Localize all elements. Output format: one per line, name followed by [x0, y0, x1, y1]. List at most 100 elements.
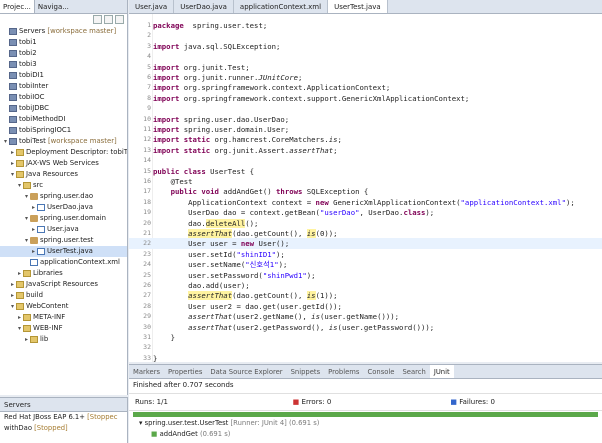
tree-item[interactable]: ▸ Deployment Descriptor: tobiTe [0, 147, 127, 158]
junit-suite-row[interactable]: ▾ spring.user.test.UserTest [Runner: JUn… [129, 418, 602, 429]
editor-tab[interactable]: applicationContext.xml [234, 0, 329, 13]
bottom-tab[interactable]: Snippets [287, 365, 325, 378]
tab-project-explorer[interactable]: Projec... [0, 0, 35, 13]
tree-item[interactable]: ▾ spring.user.test [0, 235, 127, 246]
tree-item[interactable]: ▸ UserTest.java [0, 246, 127, 257]
bottom-tab[interactable]: Markers [129, 365, 164, 378]
code-line: 9 [129, 103, 602, 114]
tree-item-label: src [33, 181, 44, 189]
twisty-icon[interactable]: ▾ [2, 136, 9, 147]
line-number: 3 [147, 41, 151, 50]
tree-item[interactable]: ▸ UserDao.java [0, 202, 127, 213]
proj-icon [9, 137, 17, 145]
tree-item[interactable]: applicationContext.xml [0, 257, 127, 268]
tab-navigator[interactable]: Naviga... [35, 0, 72, 13]
twisty-icon[interactable]: ▸ [9, 290, 16, 301]
tab-servers[interactable]: Servers [0, 398, 127, 412]
tree-item[interactable]: tobiIOC [0, 92, 127, 103]
line-number: 10 [143, 114, 151, 123]
twisty-icon[interactable]: ▸ [9, 158, 16, 169]
bottom-panel: Markers Properties Data Source Explorer Sni… [129, 364, 602, 443]
code-text: assertThat(dao.getCount(), is(0)); [153, 228, 338, 239]
tree-item[interactable]: ▾ WEB-INF [0, 323, 127, 334]
tree-item[interactable]: tobiJDBC [0, 103, 127, 114]
code-token: is [328, 322, 338, 332]
code-token: (user.getPassword())); [337, 322, 435, 332]
tree-item-label: Libraries [33, 269, 63, 277]
tree-item[interactable]: ▸ build [0, 290, 127, 301]
code-line: 10 import spring.user.dao.UserDao; [129, 114, 602, 125]
twisty-icon[interactable]: ▸ [9, 279, 16, 290]
tree-item[interactable]: ▸ User.java [0, 224, 127, 235]
tree-item[interactable]: ▾ spring.user.domain [0, 213, 127, 224]
editor-tab[interactable]: User.java [129, 0, 175, 13]
code-area[interactable]: 1 package spring.user.test; 2 3 import java.… [129, 14, 602, 362]
tree-item[interactable]: tobiDI1 [0, 70, 127, 81]
code-token: is [328, 135, 338, 145]
twisty-icon[interactable]: ▸ [9, 147, 16, 158]
twisty-icon[interactable]: ▾ [16, 323, 23, 334]
tree-item[interactable]: ▸ lib [0, 334, 127, 345]
editor-tab[interactable]: UserTest.java [328, 0, 388, 13]
line-number: 24 [143, 260, 151, 269]
code-token: (user2.getPassword(), [232, 322, 329, 332]
bottom-tab[interactable]: Problems [324, 365, 363, 378]
code-token: dao. [153, 218, 206, 228]
tree-item[interactable]: ▾ src [0, 180, 127, 191]
twisty-icon[interactable]: ▸ [16, 312, 23, 323]
tree-item[interactable]: tobiSpringIOC1 [0, 125, 127, 136]
bottom-tab[interactable]: Data Source Explorer [206, 365, 286, 378]
code-token: (); [245, 218, 259, 228]
tree-item[interactable]: ▾ spring.user.dao [0, 191, 127, 202]
tree-item[interactable]: tobi1 [0, 37, 127, 48]
tree-item-label: lib [40, 335, 49, 343]
tree-item[interactable]: tobiInter [0, 81, 127, 92]
code-line: 24 user.setName("신호석1"); [129, 259, 602, 270]
collapse-all-icon[interactable] [93, 15, 102, 24]
tree-item-annotation: [workspace master] [45, 27, 117, 35]
code-line: 30 assertThat(user2.getPassword(), is(us… [129, 322, 602, 333]
tree-item[interactable]: ▾ tobiTest [workspace master] [0, 136, 127, 147]
tree-item[interactable]: ▸ JAX-WS Web Services [0, 158, 127, 169]
tree-item[interactable]: ▾ Java Resources [0, 169, 127, 180]
server-row[interactable]: withDao [Stopped] [0, 423, 127, 434]
proj-icon [9, 71, 17, 79]
twisty-icon[interactable]: ▾ [23, 213, 30, 224]
twisty-icon[interactable]: ▾ [23, 235, 30, 246]
pass-icon: ■ [151, 430, 160, 438]
twisty-icon[interactable]: ▾ [16, 180, 23, 191]
junit-test-row[interactable]: ■ addAndGet (0.691 s) [129, 429, 602, 440]
code-line: 22 User user = new User(); [129, 238, 602, 250]
tree-item[interactable]: ▸ META-INF [0, 312, 127, 323]
server-row[interactable]: Red Hat JBoss EAP 6.1+ [Stoppec [0, 412, 127, 423]
tree-item[interactable]: tobi3 [0, 59, 127, 70]
line-number: 15 [143, 166, 151, 175]
twisty-icon[interactable]: ▸ [30, 224, 37, 235]
editor-tab[interactable]: UserDao.java [174, 0, 234, 13]
tree-item[interactable]: ▸ Libraries [0, 268, 127, 279]
twisty-icon[interactable]: ▸ [23, 334, 30, 345]
view-menu-icon[interactable] [115, 15, 124, 24]
twisty-icon[interactable]: ▾ [23, 191, 30, 202]
twisty-icon[interactable]: ▸ [30, 202, 37, 213]
tree-item[interactable]: tobi2 [0, 48, 127, 59]
code-token: import [153, 125, 180, 134]
code-text: assertThat(user2.getPassword(), is(user.… [153, 322, 434, 333]
twisty-icon[interactable]: ▾ [9, 169, 16, 180]
line-number: 25 [143, 270, 151, 279]
twisty-icon[interactable]: ▸ [30, 246, 37, 257]
code-token: (dao.getCount(), [232, 229, 307, 238]
tree-item[interactable]: ▾ WebContent [0, 301, 127, 312]
link-editor-icon[interactable] [104, 15, 113, 24]
bottom-tab[interactable]: Properties [164, 365, 206, 378]
tree-item[interactable]: Servers [workspace master] [0, 26, 127, 37]
bottom-tab[interactable]: JUnit [429, 365, 454, 378]
twisty-icon[interactable]: ▸ [16, 268, 23, 279]
tree-item[interactable]: tobiMethodDI [0, 114, 127, 125]
tree-item-label: Servers [19, 27, 46, 35]
bottom-tab[interactable]: Console [363, 365, 398, 378]
bottom-tab[interactable]: Search [398, 365, 429, 378]
twisty-icon[interactable]: ▾ [9, 301, 16, 312]
code-token: "shinID1" [236, 249, 277, 259]
tree-item[interactable]: ▸ JavaScript Resources [0, 279, 127, 290]
